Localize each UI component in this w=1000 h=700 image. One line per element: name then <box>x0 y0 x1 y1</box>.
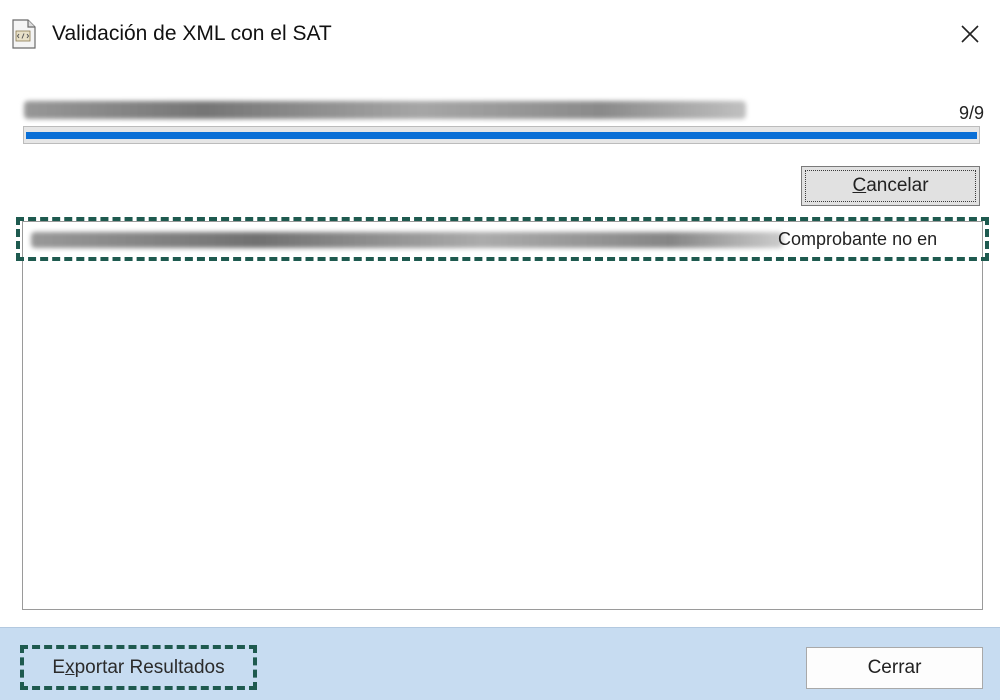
cancel-button-label: Cancelar <box>852 175 929 196</box>
xml-document-icon <box>12 19 36 49</box>
current-file-status-redacted <box>24 101 746 119</box>
window-title: Validación de XML con el SAT <box>52 22 332 45</box>
result-status-text: Comprobante no en <box>778 229 938 249</box>
title-bar: Validación de XML con el SAT <box>0 0 1000 66</box>
progress-bar <box>23 126 980 144</box>
results-list[interactable]: Comprobante no en <box>16 217 989 610</box>
close-button[interactable]: Cerrar <box>806 647 983 689</box>
export-results-button[interactable]: Exportar Resultados <box>20 645 257 690</box>
result-filename-redacted <box>31 232 783 248</box>
progress-bar-fill <box>26 132 977 139</box>
export-results-label: Exportar Resultados <box>52 656 225 678</box>
close-icon[interactable] <box>950 15 990 53</box>
close-button-label: Cerrar <box>867 657 922 678</box>
cancel-button[interactable]: Cancelar <box>801 166 980 206</box>
progress-counter: 9/9 <box>958 103 984 123</box>
